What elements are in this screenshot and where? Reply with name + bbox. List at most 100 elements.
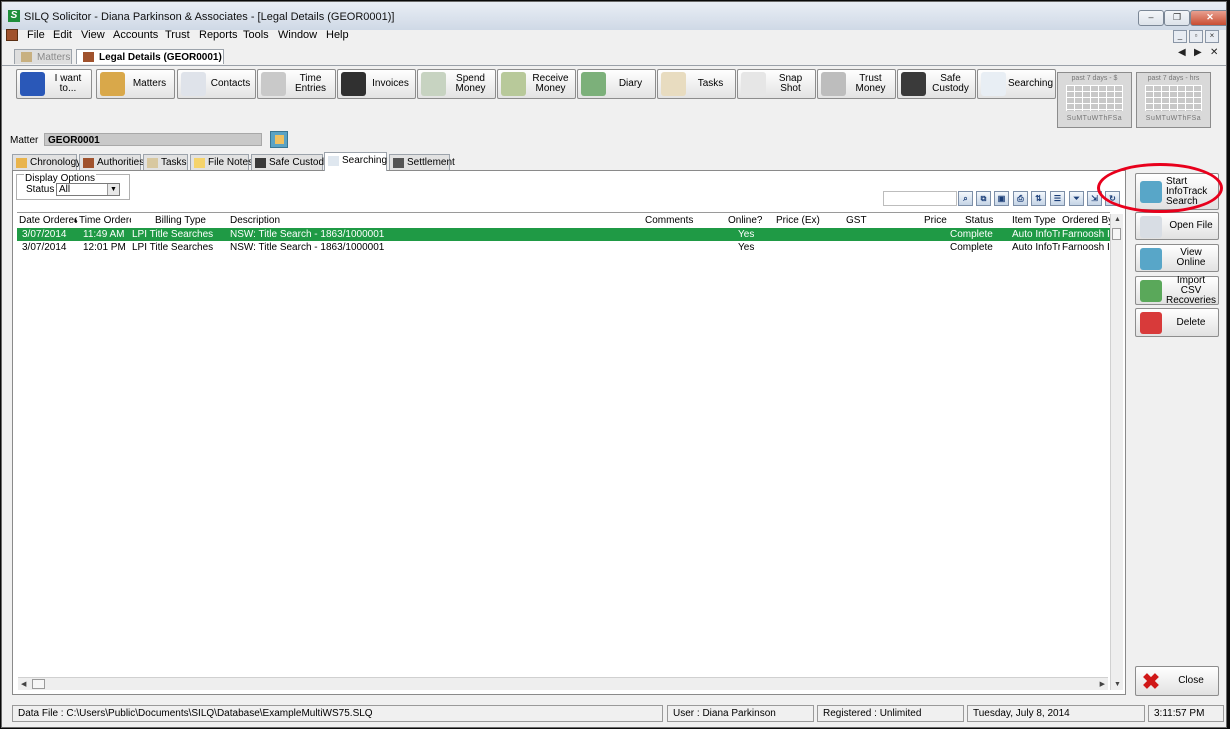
open-file-button[interactable]: Open File bbox=[1135, 212, 1219, 240]
tab-settlement[interactable]: Settlement bbox=[389, 154, 455, 170]
scroll-up-icon[interactable]: ▲ bbox=[1114, 216, 1121, 223]
filter-icon[interactable]: ⏷ bbox=[1069, 191, 1084, 206]
menu-view[interactable]: View bbox=[81, 29, 105, 41]
status-dropdown[interactable]: All ▼ bbox=[56, 183, 120, 196]
detail-tabs: Chronology Authorities Tasks File Notes … bbox=[12, 152, 912, 171]
table-row[interactable]: 3/07/2014 11:49 AM LPI Title Searches NS… bbox=[17, 228, 1110, 241]
delete-button[interactable]: Delete bbox=[1135, 308, 1219, 337]
weekday-labels: SuMTuWThFSa bbox=[1066, 115, 1123, 122]
scroll-thumb[interactable] bbox=[32, 679, 45, 689]
tab-searching[interactable]: Searching bbox=[324, 152, 387, 171]
vertical-scrollbar[interactable]: ▲ ▼ bbox=[1110, 214, 1123, 690]
contacts-button[interactable]: Contacts bbox=[177, 69, 256, 99]
bank-icon bbox=[821, 72, 846, 96]
print-icon[interactable]: ⎙ bbox=[1013, 191, 1028, 206]
toolbar-label: Invoices bbox=[372, 78, 409, 89]
trust-money-button[interactable]: Trust Money bbox=[817, 69, 896, 99]
table-row[interactable]: 3/07/2014 12:01 PM LPI Title Searches NS… bbox=[17, 241, 1110, 254]
safe-custody-button[interactable]: Safe Custody bbox=[897, 69, 976, 99]
column-header-date-ordered[interactable]: Date Ordered bbox=[19, 215, 77, 226]
grid-search-input[interactable] bbox=[883, 191, 957, 206]
menu-window[interactable]: Window bbox=[278, 29, 317, 41]
invoices-button[interactable]: Invoices bbox=[337, 69, 416, 99]
chevron-down-icon[interactable]: ▼ bbox=[107, 184, 119, 195]
find-icon[interactable]: ⌕ bbox=[958, 191, 973, 206]
close-window-button[interactable]: ✕ bbox=[1190, 10, 1226, 26]
menu-accounts[interactable]: Accounts bbox=[113, 29, 158, 41]
prev-tab-arrow-icon[interactable]: ◀ bbox=[1178, 47, 1186, 58]
menu-bar: File Edit View Accounts Trust Reports To… bbox=[2, 27, 1226, 44]
searching-button[interactable]: Searching bbox=[977, 69, 1056, 99]
menu-trust[interactable]: Trust bbox=[165, 29, 190, 41]
columns-icon[interactable]: ☰ bbox=[1050, 191, 1065, 206]
matters-button[interactable]: Matters bbox=[96, 69, 175, 99]
snap-shot-button[interactable]: Snap Shot bbox=[737, 69, 816, 99]
tab-authorities[interactable]: Authorities bbox=[79, 154, 144, 170]
column-header-billing-type[interactable]: Billing Type bbox=[155, 215, 225, 226]
menu-edit[interactable]: Edit bbox=[53, 29, 72, 41]
maximize-button[interactable]: ❐ bbox=[1164, 10, 1190, 26]
matters-icon bbox=[100, 72, 125, 96]
matter-field[interactable]: GEOR0001 bbox=[44, 133, 262, 146]
tasks-icon bbox=[661, 72, 686, 96]
copy-icon[interactable]: ⧉ bbox=[976, 191, 991, 206]
close-tab-icon[interactable]: ✕ bbox=[1210, 47, 1218, 58]
diary-button[interactable]: Diary bbox=[577, 69, 656, 99]
tasks-button[interactable]: Tasks bbox=[657, 69, 736, 99]
doc-tab-matters[interactable]: Matters bbox=[14, 49, 72, 64]
import-csv-recoveries-button[interactable]: Import CSV Recoveries bbox=[1135, 275, 1219, 305]
receive-money-button[interactable]: Receive Money bbox=[497, 69, 576, 99]
column-header-status[interactable]: Status bbox=[965, 215, 1005, 226]
mdi-restore-button[interactable]: ▫ bbox=[1189, 30, 1203, 43]
window-title: SILQ Solicitor - Diana Parkinson & Assoc… bbox=[24, 11, 395, 23]
column-header-comments[interactable]: Comments bbox=[645, 215, 705, 226]
tab-tasks[interactable]: Tasks bbox=[143, 154, 188, 170]
column-header-price-ex[interactable]: Price (Ex) bbox=[776, 215, 836, 226]
matter-lookup-icon[interactable] bbox=[270, 131, 288, 148]
scroll-right-icon[interactable]: ▶ bbox=[1100, 680, 1105, 688]
status-date: Tuesday, July 8, 2014 bbox=[967, 705, 1145, 722]
horizontal-scrollbar[interactable]: ◀ ▶ bbox=[18, 677, 1108, 690]
column-header-item-type[interactable]: Item Type bbox=[1012, 215, 1058, 226]
mdi-close-button[interactable]: × bbox=[1205, 30, 1219, 43]
matter-label: Matter bbox=[10, 135, 39, 146]
system-menu-icon[interactable] bbox=[6, 29, 18, 41]
next-tab-arrow-icon[interactable]: ▶ bbox=[1194, 47, 1202, 58]
column-header-description[interactable]: Description bbox=[230, 215, 310, 226]
save-icon[interactable]: ▣ bbox=[994, 191, 1009, 206]
minimize-button[interactable]: ‒ bbox=[1138, 10, 1164, 26]
doc-tab-legal-details[interactable]: Legal Details (GEOR0001) bbox=[76, 49, 224, 64]
hours-summary-panel[interactable]: past 7 days - hrs SuMTuWThFSa bbox=[1136, 72, 1211, 128]
money-summary-panel[interactable]: past 7 days - $ SuMTuWThFSa bbox=[1057, 72, 1132, 128]
spend-money-button[interactable]: Spend Money bbox=[417, 69, 496, 99]
status-value: All bbox=[59, 184, 71, 195]
menu-reports[interactable]: Reports bbox=[199, 29, 238, 41]
menu-file[interactable]: File bbox=[27, 29, 45, 41]
scroll-thumb[interactable] bbox=[1112, 228, 1121, 240]
status-bar: Data File : C:\Users\Public\Documents\SI… bbox=[12, 705, 1226, 722]
column-header-online[interactable]: Online? bbox=[728, 215, 768, 226]
time-entries-button[interactable]: Time Entries bbox=[257, 69, 336, 99]
menu-tools[interactable]: Tools bbox=[243, 29, 269, 41]
column-header-gst[interactable]: GST bbox=[846, 215, 876, 226]
i-want-to-button[interactable]: I want to... bbox=[16, 69, 92, 99]
scroll-left-icon[interactable]: ◀ bbox=[21, 680, 26, 688]
column-header-time-ordered[interactable]: Time Ordered bbox=[79, 215, 131, 226]
sort-icon[interactable]: ⇅ bbox=[1031, 191, 1046, 206]
tab-chronology[interactable]: Chronology bbox=[12, 154, 81, 170]
view-online-button[interactable]: View Online bbox=[1135, 244, 1219, 272]
mdi-minimize-button[interactable]: _ bbox=[1173, 30, 1187, 43]
toolbar-label: I want to... bbox=[54, 73, 82, 94]
cell-time: 12:01 PM bbox=[83, 242, 126, 253]
magnifier-icon bbox=[328, 156, 339, 166]
close-button[interactable]: ✖ Close bbox=[1135, 666, 1219, 696]
settlement-icon bbox=[393, 158, 404, 168]
column-header-price[interactable]: Price bbox=[924, 215, 954, 226]
tab-file-notes[interactable]: File Notes bbox=[190, 154, 253, 170]
column-header-ordered-by[interactable]: Ordered By bbox=[1062, 215, 1110, 226]
status-label: Status bbox=[26, 184, 55, 195]
tab-safe-custody[interactable]: Safe Custody bbox=[251, 154, 329, 170]
main-toolbar: I want to... Matters Contacts Time Entri… bbox=[12, 68, 1222, 102]
scroll-down-icon[interactable]: ▼ bbox=[1114, 681, 1121, 688]
menu-help[interactable]: Help bbox=[326, 29, 349, 41]
